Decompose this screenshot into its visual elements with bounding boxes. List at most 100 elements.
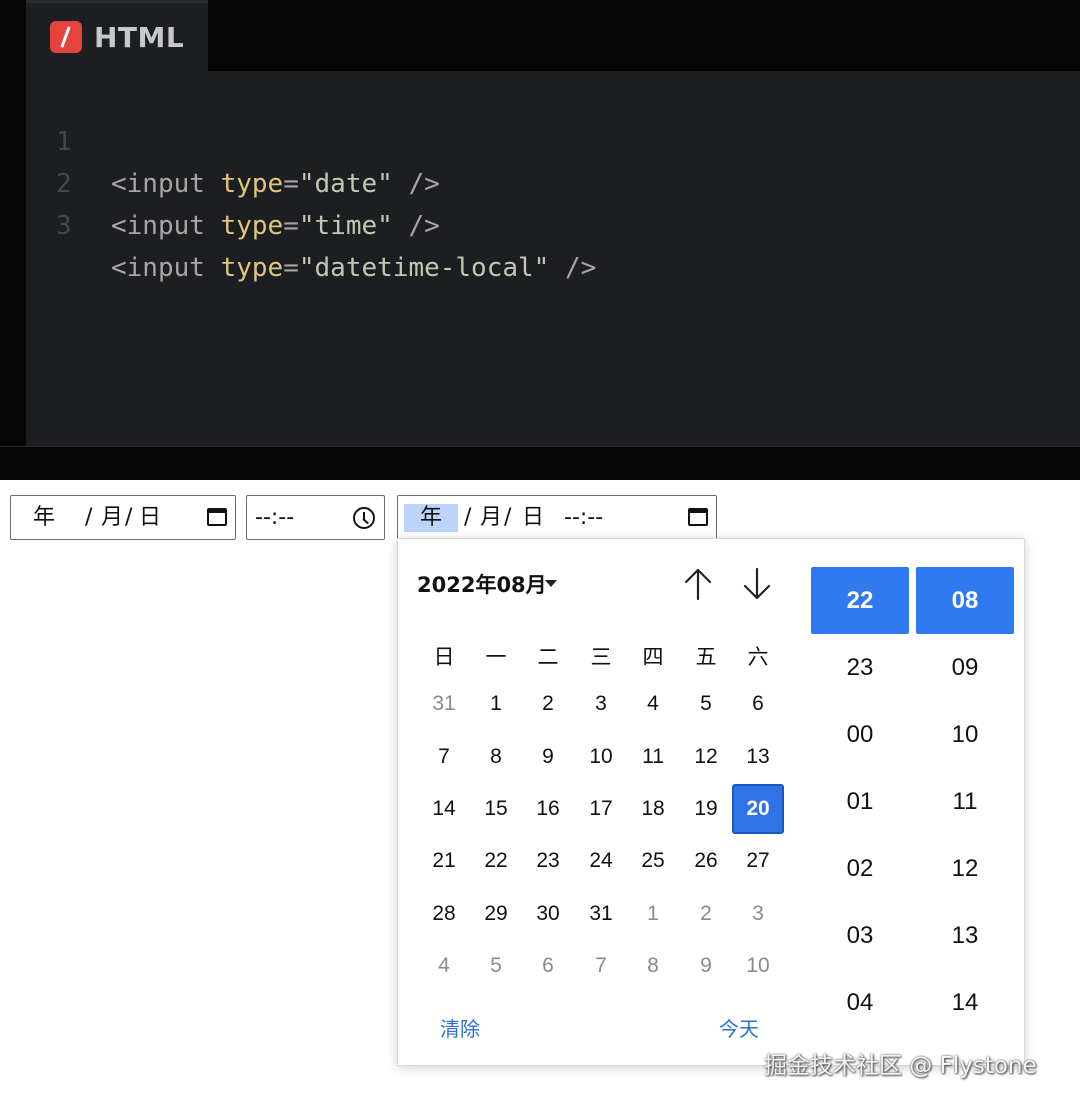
- calendar-day[interactable]: 8: [470, 732, 522, 782]
- datetime-day-segment[interactable]: 日: [522, 504, 544, 532]
- code-token: <: [111, 253, 127, 283]
- code-token: =: [283, 211, 299, 241]
- caret-down-icon[interactable]: [545, 580, 557, 587]
- calendar-day[interactable]: 7: [418, 732, 470, 782]
- time-value-segment[interactable]: --:--: [255, 504, 294, 532]
- minute-option[interactable]: 09: [916, 634, 1014, 701]
- calendar-day[interactable]: 13: [732, 732, 784, 782]
- calendar-day[interactable]: 6: [732, 679, 784, 729]
- date-separator: /: [125, 505, 133, 530]
- hour-option[interactable]: 00: [811, 701, 909, 768]
- calendar-day[interactable]: 20: [732, 784, 784, 834]
- datetime-month-segment[interactable]: 月: [480, 504, 502, 532]
- date-month-segment[interactable]: 月: [101, 504, 123, 532]
- month-year-selector[interactable]: 2022年08月: [417, 569, 547, 599]
- next-month-arrow-down-icon[interactable]: [741, 567, 773, 601]
- calendar-day[interactable]: 21: [418, 836, 470, 886]
- calendar-day[interactable]: 17: [575, 784, 627, 834]
- calendar-day[interactable]: 5: [680, 679, 732, 729]
- weekday-label: 六: [747, 645, 769, 669]
- calendar-day[interactable]: 2: [522, 679, 574, 729]
- calendar-day[interactable]: 6: [522, 941, 574, 991]
- code-token: input: [126, 169, 205, 199]
- clock-icon[interactable]: [353, 507, 375, 529]
- hour-option[interactable]: 02: [811, 835, 909, 902]
- calendar-day[interactable]: 28: [418, 889, 470, 939]
- calendar-day[interactable]: 14: [418, 784, 470, 834]
- weekday-label: 四: [642, 645, 664, 669]
- time-input[interactable]: --:--: [246, 495, 385, 540]
- calendar-day[interactable]: 4: [627, 679, 679, 729]
- calendar-day[interactable]: 19: [680, 784, 732, 834]
- calendar-day[interactable]: 9: [522, 732, 574, 782]
- minute-option[interactable]: 12: [916, 835, 1014, 902]
- code-area[interactable]: 1 <input type="date" /> 2 <input type="t…: [26, 71, 1080, 446]
- calendar-day[interactable]: 24: [575, 836, 627, 886]
- calendar-day[interactable]: 1: [627, 889, 679, 939]
- calendar-day[interactable]: 29: [470, 889, 522, 939]
- calendar-day[interactable]: 2: [680, 889, 732, 939]
- calendar-day[interactable]: 31: [418, 679, 470, 729]
- calendar-day[interactable]: 25: [627, 836, 679, 886]
- calendar-icon[interactable]: [688, 508, 708, 526]
- code-token: input: [126, 253, 205, 283]
- datetime-year-segment[interactable]: 年: [404, 504, 459, 532]
- hour-column[interactable]: 22 23 00 01 02 03 04: [811, 567, 909, 1036]
- tab-html[interactable]: HTML: [26, 0, 208, 71]
- calendar-day[interactable]: 5: [470, 941, 522, 991]
- minute-option[interactable]: 08: [916, 567, 1014, 634]
- datetime-time-segment[interactable]: --:--: [564, 504, 603, 532]
- hour-option[interactable]: 22: [811, 567, 909, 634]
- calendar-day[interactable]: 10: [732, 941, 784, 991]
- code-line: 1 <input type="date" />: [26, 79, 440, 199]
- code-token: input: [126, 211, 205, 241]
- calendar-day[interactable]: 9: [680, 941, 732, 991]
- calendar-day[interactable]: 30: [522, 889, 574, 939]
- calendar-day[interactable]: 31: [575, 889, 627, 939]
- calendar-day[interactable]: 12: [680, 732, 732, 782]
- datetime-local-input[interactable]: 年 / 月 / 日 --:--: [397, 495, 717, 540]
- minute-option[interactable]: 11: [916, 768, 1014, 835]
- datetime-picker-popup: 2022年08月 日一二三四五六 31 1 2 3 4 5 6 7 8 9 10 11 12 13 14 15…: [397, 538, 1025, 1066]
- calendar-day[interactable]: 16: [522, 784, 574, 834]
- code-token: "datetime-local": [298, 253, 550, 283]
- date-year-segment[interactable]: 年: [33, 504, 55, 532]
- calendar-day[interactable]: 8: [627, 941, 679, 991]
- minute-option[interactable]: 14: [916, 969, 1014, 1036]
- minute-option[interactable]: 10: [916, 701, 1014, 768]
- hour-option[interactable]: 03: [811, 902, 909, 969]
- calendar-day[interactable]: 22: [470, 836, 522, 886]
- calendar-day[interactable]: 18: [627, 784, 679, 834]
- editor-gutter-strip: [0, 0, 26, 446]
- calendar-day[interactable]: 4: [418, 941, 470, 991]
- clear-button[interactable]: 清除: [440, 1013, 480, 1042]
- weekday-label: 一: [485, 645, 507, 669]
- calendar-day[interactable]: 23: [522, 836, 574, 886]
- calendar-day[interactable]: 11: [627, 732, 679, 782]
- calendar-day[interactable]: 15: [470, 784, 522, 834]
- calendar-icon[interactable]: [207, 508, 227, 526]
- today-button[interactable]: 今天: [719, 1013, 759, 1042]
- hour-option[interactable]: 01: [811, 768, 909, 835]
- calendar-day[interactable]: 1: [470, 679, 522, 729]
- hour-option[interactable]: 23: [811, 634, 909, 701]
- date-separator: /: [85, 505, 93, 530]
- date-day-segment[interactable]: 日: [139, 504, 161, 532]
- calendar-day[interactable]: 3: [575, 679, 627, 729]
- code-line: 2 <input type="time" />: [26, 121, 440, 241]
- calendar-day[interactable]: 10: [575, 732, 627, 782]
- tab-html-label: HTML: [94, 20, 185, 54]
- previous-month-arrow-up-icon[interactable]: [682, 567, 714, 601]
- code-token: =: [283, 169, 299, 199]
- date-input[interactable]: 年 / 月 / 日: [10, 495, 236, 540]
- hour-option[interactable]: 04: [811, 969, 909, 1036]
- weekday-label: 二: [537, 645, 559, 669]
- calendar-day[interactable]: 26: [680, 836, 732, 886]
- minute-option[interactable]: 13: [916, 902, 1014, 969]
- calendar-day[interactable]: 7: [575, 941, 627, 991]
- code-token: type: [220, 169, 284, 199]
- calendar-day[interactable]: 27: [732, 836, 784, 886]
- calendar-day[interactable]: 3: [732, 889, 784, 939]
- minute-column[interactable]: 08 09 10 11 12 13 14: [916, 567, 1014, 1036]
- code-token: =: [283, 253, 299, 283]
